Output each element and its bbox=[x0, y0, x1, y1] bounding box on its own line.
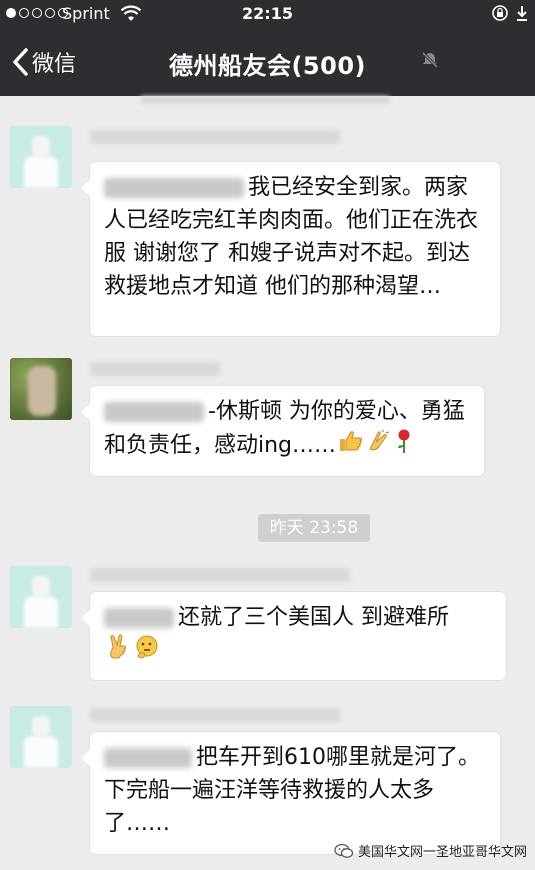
watermark: 美国华文网一圣地亚哥华文网 bbox=[334, 841, 527, 860]
sender-name bbox=[90, 568, 350, 582]
avatar[interactable] bbox=[10, 706, 72, 768]
sender-name bbox=[90, 130, 340, 144]
avatar[interactable] bbox=[10, 566, 72, 628]
thumbs-up-icon bbox=[338, 429, 364, 463]
chat-area[interactable]: 我已经安全到家。两家人已经吃完红羊肉肉面。他们正在洗衣服 谢谢您了 和嫂子说声对… bbox=[0, 96, 535, 870]
rose-icon bbox=[394, 428, 414, 464]
avatar[interactable] bbox=[10, 126, 72, 188]
victory-hand-icon bbox=[106, 634, 132, 670]
wechat-logo-icon bbox=[334, 843, 354, 858]
battery-icon bbox=[513, 4, 531, 28]
time-divider: 昨天 23:58 bbox=[258, 514, 370, 542]
status-bar: Sprint 22:15 bbox=[0, 0, 535, 30]
sender-name bbox=[90, 362, 220, 376]
mute-icon bbox=[421, 51, 439, 69]
nav-bar: 微信 德州船友会(500) bbox=[0, 30, 535, 96]
message-bubble[interactable]: 我已经安全到家。两家人已经吃完红羊肉肉面。他们正在洗衣服 谢谢您了 和嫂子说声对… bbox=[81, 162, 500, 336]
message-text: 还就了三个美国人 到避难所 bbox=[178, 605, 449, 630]
avatar[interactable] bbox=[10, 358, 72, 420]
rotation-lock-icon bbox=[491, 4, 509, 26]
thinking-face-icon bbox=[134, 634, 160, 670]
clap-icon bbox=[366, 429, 392, 463]
sender-name bbox=[90, 708, 340, 722]
message-bubble[interactable]: 把车开到610哪里就是河了。下完船一遍汪洋等待救援的人太多了…… bbox=[81, 732, 500, 854]
message-bubble[interactable]: -休斯顿 为你的爱心、勇猛和负责任，感动ing…… bbox=[81, 386, 484, 476]
clock: 22:15 bbox=[242, 4, 293, 23]
message-bubble[interactable]: 还就了三个美国人 到避难所 bbox=[81, 592, 506, 680]
chat-title: 德州船友会(500) bbox=[168, 52, 367, 80]
watermark-text: 美国华文网一圣地亚哥华文网 bbox=[357, 845, 527, 860]
